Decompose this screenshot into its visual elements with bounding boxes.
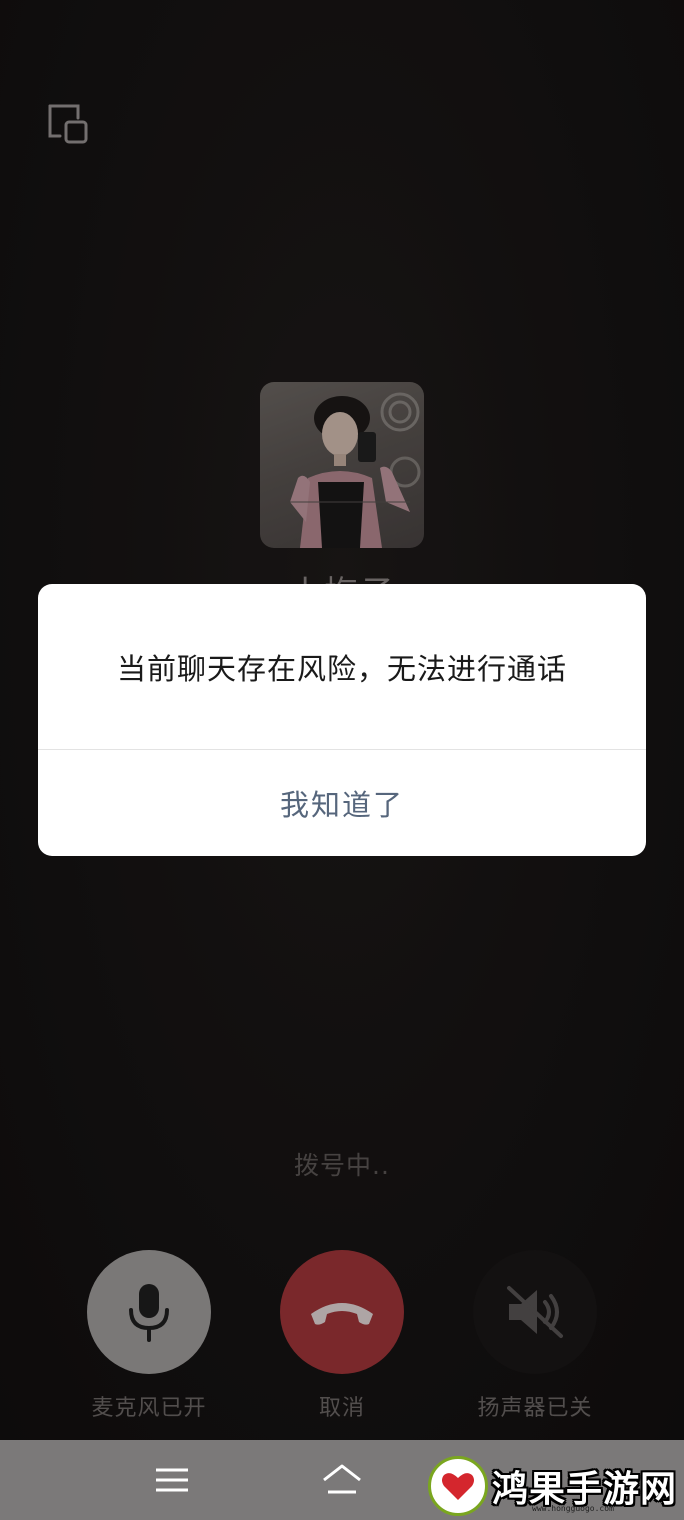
call-screen: 小梅子 拨号中.. 麦克风已开 取消 扬声器已关 当前聊天存在风险，无法进行通话… (0, 0, 684, 1440)
menu-icon[interactable] (150, 1458, 194, 1502)
risk-alert-dialog: 当前聊天存在风险，无法进行通话 我知道了 (38, 584, 646, 856)
watermark-url: www.hongguogo.com (532, 1504, 614, 1513)
dialog-confirm-button[interactable]: 我知道了 (38, 750, 646, 856)
home-icon[interactable] (320, 1458, 364, 1502)
heart-logo-icon (428, 1456, 488, 1516)
dialog-message: 当前聊天存在风险，无法进行通话 (116, 651, 567, 686)
site-watermark: 鸿果手游网 www.hongguogo.com (428, 1452, 684, 1520)
